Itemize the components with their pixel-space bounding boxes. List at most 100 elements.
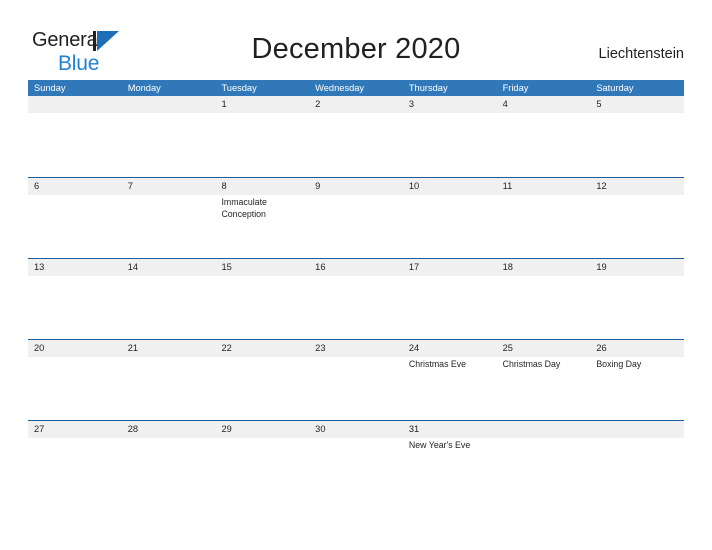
week-date-numbers: 13 14 15 16 17 18 19 (28, 259, 684, 276)
day-events-empty (590, 113, 684, 176)
day-number-empty (590, 421, 684, 438)
holiday-label: Immaculate Conception (221, 197, 267, 219)
calendar-week-row: 13 14 15 16 17 18 19 (28, 258, 684, 339)
day-events-empty (309, 113, 403, 176)
day-number-20[interactable]: 20 (28, 340, 122, 357)
day-number-12[interactable]: 12 (590, 178, 684, 195)
day-events-empty (28, 438, 122, 501)
day-events-8[interactable]: Immaculate Conception (215, 195, 309, 258)
week-date-numbers: 20 21 22 23 24 25 26 (28, 340, 684, 357)
day-events-empty (497, 113, 591, 176)
week-events: Immaculate Conception (28, 195, 684, 258)
day-events-empty (590, 438, 684, 501)
day-number-28[interactable]: 28 (122, 421, 216, 438)
day-number-13[interactable]: 13 (28, 259, 122, 276)
day-number-18[interactable]: 18 (497, 259, 591, 276)
day-events-empty (28, 113, 122, 176)
weekday-header-thursday: Thursday (408, 83, 448, 93)
day-number-25[interactable]: 25 (497, 340, 591, 357)
day-events-empty (28, 276, 122, 339)
day-events-empty (497, 438, 591, 501)
holiday-label: New Year's Eve (408, 440, 471, 450)
day-number-6[interactable]: 6 (28, 178, 122, 195)
day-events-empty (122, 195, 216, 258)
calendar-week-row: 27 28 29 30 31 New Year's Eve (28, 420, 684, 501)
day-events-empty (403, 195, 497, 258)
holiday-label: Boxing Day (596, 359, 642, 369)
week-events: Christmas Eve Christmas Day Boxing Day (28, 357, 684, 420)
day-number-23[interactable]: 23 (309, 340, 403, 357)
day-events-empty (122, 113, 216, 176)
day-number-7[interactable]: 7 (122, 178, 216, 195)
calendar-weeks: 1 2 3 4 5 6 7 8 9 10 11 12 Immaculate Conception 13 14… (28, 96, 684, 501)
day-number-empty (497, 421, 591, 438)
weekday-header-monday: Monday (127, 83, 161, 93)
day-events-empty (122, 357, 216, 420)
day-events-empty (28, 357, 122, 420)
day-number-15[interactable]: 15 (215, 259, 309, 276)
day-events-empty (122, 276, 216, 339)
day-number-11[interactable]: 11 (497, 178, 591, 195)
day-number-27[interactable]: 27 (28, 421, 122, 438)
weekday-header-row: Sunday Monday Tuesday Wednesday Thursday Frid… (28, 80, 684, 96)
day-number-29[interactable]: 29 (215, 421, 309, 438)
day-number-9[interactable]: 9 (309, 178, 403, 195)
day-events-empty (309, 195, 403, 258)
country-label: Liechtenstein (598, 46, 684, 62)
day-number-16[interactable]: 16 (309, 259, 403, 276)
holiday-label: Christmas Eve (408, 359, 467, 369)
day-number-21[interactable]: 21 (122, 340, 216, 357)
calendar-week-row: 12345 (28, 96, 684, 177)
day-events-empty (215, 113, 309, 176)
day-number-10[interactable]: 10 (403, 178, 497, 195)
calendar-week-row: 6 7 8 9 10 11 12 Immaculate Conception (28, 177, 684, 258)
day-events-31[interactable]: New Year's Eve (403, 438, 497, 501)
day-number-19[interactable]: 19 (590, 259, 684, 276)
day-events-empty (215, 276, 309, 339)
day-number-empty (28, 96, 122, 113)
day-events-25[interactable]: Christmas Day (497, 357, 591, 420)
week-date-numbers: 27 28 29 30 31 (28, 421, 684, 438)
day-events-empty (309, 276, 403, 339)
week-date-numbers: 12345 (28, 96, 684, 113)
weekday-header-sunday: Sunday (34, 83, 66, 93)
day-number-24[interactable]: 24 (403, 340, 497, 357)
day-number-31[interactable]: 31 (403, 421, 497, 438)
day-number-30[interactable]: 30 (309, 421, 403, 438)
day-number-3[interactable]: 3 (403, 96, 497, 113)
day-events-empty (403, 113, 497, 176)
day-number-2[interactable]: 2 (309, 96, 403, 113)
day-number-26[interactable]: 26 (590, 340, 684, 357)
day-events-empty (497, 276, 591, 339)
day-events-26[interactable]: Boxing Day (590, 357, 684, 420)
day-events-empty (590, 195, 684, 258)
holiday-label: Christmas Day (502, 359, 561, 369)
day-events-24[interactable]: Christmas Eve (403, 357, 497, 420)
day-number-22[interactable]: 22 (215, 340, 309, 357)
day-number-1[interactable]: 1 (215, 96, 309, 113)
weekday-header-saturday: Saturday (596, 83, 634, 93)
weekday-header-tuesday: Tuesday (221, 83, 257, 93)
week-events (28, 276, 684, 339)
weekday-header-friday: Friday (502, 83, 529, 93)
day-events-empty (122, 438, 216, 501)
day-number-5[interactable]: 5 (590, 96, 684, 113)
day-events-empty (403, 276, 497, 339)
day-events-empty (590, 276, 684, 339)
day-events-empty (309, 357, 403, 420)
day-events-empty (309, 438, 403, 501)
day-events-empty (28, 195, 122, 258)
day-number-empty (122, 96, 216, 113)
day-events-empty (215, 438, 309, 501)
page-header: General Blue December 2020 Liechtenstein (0, 0, 712, 78)
day-number-4[interactable]: 4 (497, 96, 591, 113)
day-number-8[interactable]: 8 (215, 178, 309, 195)
calendar-grid: Sunday Monday Tuesday Wednesday Thursday Frid… (28, 80, 684, 501)
day-number-17[interactable]: 17 (403, 259, 497, 276)
calendar-week-row: 20 21 22 23 24 25 26 Christmas Eve Christmas Day… (28, 339, 684, 420)
day-events-empty (497, 195, 591, 258)
week-events: New Year's Eve (28, 438, 684, 501)
weekday-header-wednesday: Wednesday (315, 83, 365, 93)
day-number-14[interactable]: 14 (122, 259, 216, 276)
day-events-empty (215, 357, 309, 420)
